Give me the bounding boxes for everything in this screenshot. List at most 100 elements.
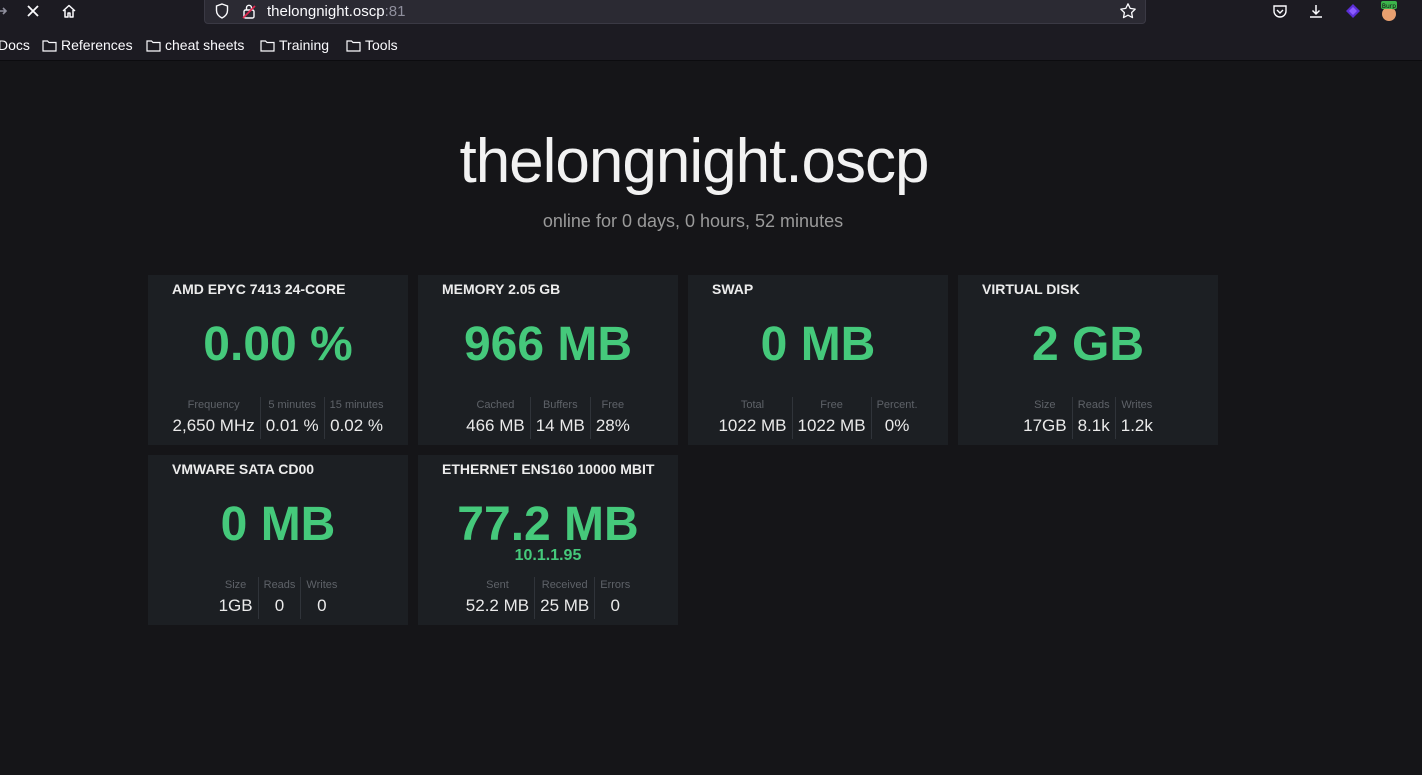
bookmark-label: Docs [0, 37, 30, 53]
card-value: 0.00 % [203, 318, 353, 371]
stat-label: Received [541, 579, 588, 591]
stat-value: 2,650 MHz [172, 416, 255, 435]
card-value: 0 MB [220, 498, 336, 551]
cpu-card: AMD EPYC 7413 24-CORE 0.00 % Frequency 2,… [148, 275, 408, 445]
forward-icon[interactable] [0, 0, 14, 22]
stop-loading-icon[interactable] [21, 0, 45, 22]
stat-value: 8.1k [1077, 416, 1110, 435]
stat-value: 0% [884, 416, 910, 435]
card-value: 77.2 MB [457, 498, 639, 551]
folder-icon [260, 39, 275, 52]
stat-value: 1022 MB [797, 416, 866, 435]
stat-value: 1022 MB [718, 416, 787, 435]
card-stats: Sent 52.2 MB Received 25 MB Errors 0 [418, 577, 678, 619]
stat-label: 15 minutes [329, 399, 384, 411]
page-title: thelongnight.oscp [459, 127, 929, 196]
bookmark-label: Tools [365, 37, 398, 53]
card-stats: Size 1GB Reads 0 Writes 0 [148, 577, 408, 619]
swap-card: SWAP 0 MB Total 1022 MB Free 1022 MB Perce… [688, 275, 948, 445]
card-stats: Frequency 2,650 MHz 5 minutes 0.01 % 15 mi… [148, 397, 408, 439]
navigation-toolbar: thelongnight.oscp:81 Burp [0, 0, 1422, 24]
stat-label: Reads [263, 579, 296, 591]
bookmark-training[interactable]: Training [260, 37, 329, 53]
stat-value: 17GB [1023, 416, 1067, 435]
stat: Size 17GB [1018, 397, 1071, 439]
stat: Writes 0 [300, 577, 342, 619]
folder-icon [42, 39, 57, 52]
stat-label: Size [1034, 399, 1056, 411]
burp-extension-icon[interactable]: Burp [1379, 1, 1399, 21]
card-title: MEMORY 2.05 GB [442, 281, 561, 297]
bookmark-cheat-sheets[interactable]: cheat sheets [146, 37, 244, 53]
stat: Total 1022 MB [713, 397, 791, 439]
stat: Size 1GB [214, 577, 258, 619]
card-title: VIRTUAL DISK [982, 281, 1080, 297]
card-title: SWAP [712, 281, 754, 297]
stat-value: 0 [610, 596, 620, 615]
card-stats: Cached 466 MB Buffers 14 MB Free 28% [418, 397, 678, 439]
stat-value: 0.01 % [265, 416, 319, 435]
burp-badge-text: Burp [1382, 3, 1396, 10]
bookmark-label: cheat sheets [165, 37, 245, 53]
stat: Frequency 2,650 MHz [168, 397, 260, 439]
stat-label: Cached [476, 399, 515, 411]
stat-value: 0.02 % [330, 416, 384, 435]
stat: Cached 466 MB [461, 397, 530, 439]
stat-value: 28% [595, 416, 630, 435]
card-value: 966 MB [463, 318, 633, 371]
folder-icon [346, 39, 361, 52]
address-bar[interactable]: thelongnight.oscp:81 [204, 0, 1146, 24]
stat: Received 25 MB [534, 577, 594, 619]
url-text[interactable]: thelongnight.oscp:81 [267, 3, 405, 20]
stat-value: 0 [274, 596, 285, 615]
stat-label: Percent. [876, 399, 918, 411]
download-icon[interactable] [1306, 1, 1326, 21]
stat-value: 25 MB [540, 596, 590, 615]
bookmark-docs[interactable]: Docs [0, 37, 30, 53]
pocket-icon[interactable] [1270, 1, 1290, 21]
bookmark-label: References [61, 37, 133, 53]
stat-label: Buffers [542, 399, 578, 411]
stat-label: Frequency [187, 399, 240, 411]
memory-card: MEMORY 2.05 GB 966 MB Cached 466 MB Buffe… [418, 275, 678, 445]
stat: Reads 0 [257, 577, 301, 619]
card-title: AMD EPYC 7413 24-CORE [172, 281, 346, 297]
stat: Errors 0 [594, 577, 635, 619]
bookmark-label: Training [279, 37, 330, 53]
stat: 5 minutes 0.01 % [259, 397, 324, 439]
stat-value: 52.2 MB [465, 596, 530, 615]
insecure-lock-icon[interactable] [242, 3, 256, 19]
url-host: thelongnight.oscp [267, 3, 385, 20]
stat: Free 1022 MB [791, 397, 871, 439]
ethernet-card: ETHERNET ENS160 10000 MBIT 77.2 MB 10.1.… [418, 455, 678, 625]
stat-value: 1.2k [1120, 416, 1153, 435]
home-icon[interactable] [57, 0, 81, 22]
stat-label: Reads [1077, 399, 1110, 411]
card-value: 2 GB [1031, 318, 1145, 371]
tracking-shield-icon[interactable] [215, 3, 229, 19]
stat-label: Errors [600, 579, 631, 591]
card-title: ETHERNET ENS160 10000 MBIT [442, 461, 655, 477]
bookmark-references[interactable]: References [42, 37, 133, 53]
stat-label: Free [820, 399, 843, 411]
url-port: :81 [384, 3, 406, 20]
stat: Free 28% [589, 397, 635, 439]
browser-chrome: thelongnight.oscp:81 Burp Docs Reference… [0, 0, 1422, 61]
extension-icon[interactable] [1343, 1, 1363, 21]
virtual-disk-card: VIRTUAL DISK 2 GB Size 17GB Reads 8.1k Wri… [958, 275, 1218, 445]
stat-value: 0 [317, 596, 327, 615]
stat-label: Sent [486, 579, 509, 591]
card-title: VMWARE SATA CD00 [172, 461, 315, 477]
stat-value: 1GB [218, 596, 253, 615]
stat-value: 466 MB [466, 416, 525, 435]
bookmark-star-icon[interactable] [1119, 2, 1137, 20]
stat-label: Size [224, 579, 247, 591]
bookmark-tools[interactable]: Tools [346, 37, 398, 53]
stat-label: Writes [306, 579, 338, 591]
cdrom-card: VMWARE SATA CD00 0 MB Size 1GB Reads 0 Wri… [148, 455, 408, 625]
stat-label: Writes [1121, 399, 1153, 411]
card-stats: Total 1022 MB Free 1022 MB Percent. 0% [688, 397, 948, 439]
stat-label: 5 minutes [268, 399, 317, 411]
stat: Buffers 14 MB [529, 397, 590, 439]
stat: Percent. 0% [870, 397, 923, 439]
